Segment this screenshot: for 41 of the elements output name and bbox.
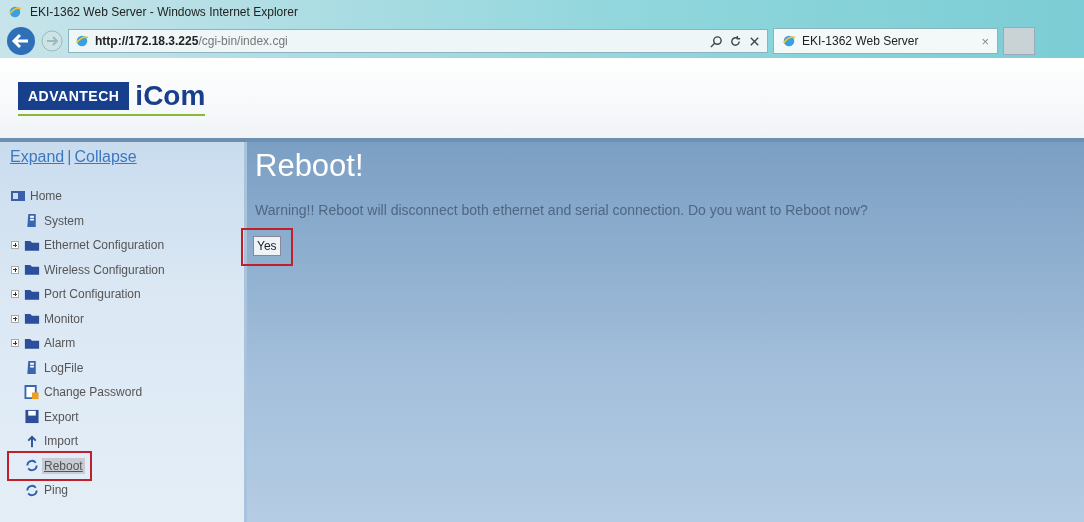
expand-icon[interactable] — [11, 290, 19, 299]
back-button[interactable] — [6, 26, 36, 56]
page-icon — [782, 34, 796, 48]
yes-button[interactable]: Yes — [253, 236, 281, 256]
tree-item[interactable]: Port Configuration — [42, 286, 143, 303]
address-bar[interactable]: http://172.18.3.225/cgi-bin/index.cgi — [68, 29, 768, 53]
separator: | — [67, 148, 72, 166]
warning-text: Warning!! Reboot will disconnect both ethernet and serial connection. Do you want to Reboot now? — [255, 202, 869, 218]
tab-close-button[interactable]: × — [981, 33, 989, 49]
tree-item[interactable]: Ping — [42, 482, 71, 499]
tree-item[interactable]: LogFile — [42, 359, 86, 376]
collapse-link[interactable]: Collapse — [74, 148, 137, 166]
expand-link[interactable]: Expand — [10, 148, 65, 166]
tree-item[interactable]: Import — [42, 433, 80, 450]
expand-icon[interactable] — [11, 265, 19, 274]
browser-tab[interactable]: EKI-1362 Web Server × — [773, 28, 998, 54]
tree-item[interactable]: Alarm — [42, 335, 78, 352]
home-icon — [10, 189, 26, 204]
tree-item[interactable]: Ethernet Configuration — [42, 237, 167, 254]
expand-icon[interactable] — [11, 339, 19, 348]
tree-item[interactable]: Home — [28, 188, 64, 205]
refresh-icon — [24, 458, 40, 474]
refresh-icon — [24, 482, 40, 498]
tree-item[interactable]: Change Password — [42, 384, 145, 401]
folder-icon — [24, 262, 40, 278]
browser-icon — [8, 5, 22, 19]
tree-item[interactable]: Reboot — [42, 457, 85, 474]
expand-icon[interactable] — [11, 314, 19, 323]
expand-icon[interactable] — [11, 241, 19, 250]
page-heading: Reboot! — [255, 148, 365, 184]
folder-icon — [24, 311, 40, 327]
tree-item[interactable]: Wireless Configuration — [42, 261, 167, 278]
logo: ADVANTECH iCom — [18, 80, 206, 116]
tree-item[interactable]: Monitor — [42, 310, 86, 327]
page-icon — [75, 34, 89, 48]
window-title: EKI-1362 Web Server - Windows Internet Explorer — [30, 5, 298, 19]
tree-item[interactable]: System — [42, 212, 86, 229]
document-icon — [24, 384, 40, 400]
search-icon[interactable] — [710, 34, 723, 48]
refresh-icon[interactable] — [729, 34, 742, 48]
tree-item[interactable]: Export — [42, 408, 81, 425]
